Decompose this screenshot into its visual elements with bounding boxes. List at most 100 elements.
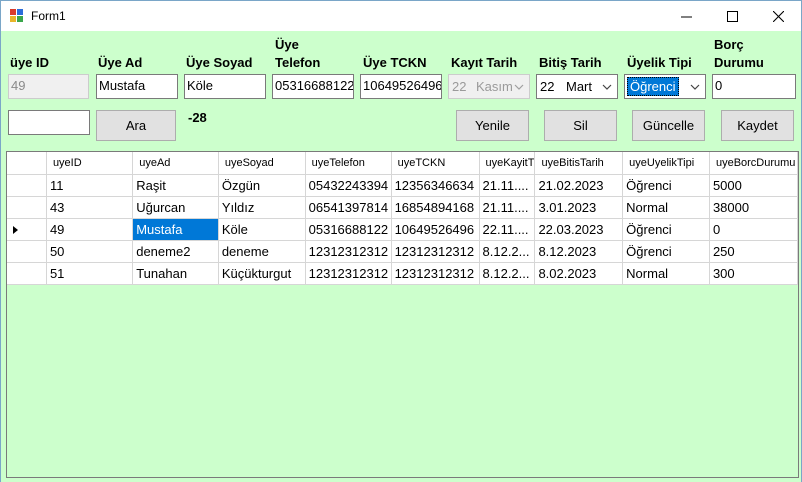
yenile-button[interactable]: Yenile (456, 110, 529, 141)
grid-cell[interactable]: 12312312312 (391, 262, 480, 285)
grid-cell[interactable]: deneme (218, 240, 306, 263)
grid-cell[interactable]: 49 (46, 218, 134, 241)
grid-cell[interactable]: 5000 (709, 174, 798, 197)
grid-cell[interactable]: 50 (46, 240, 134, 263)
grid-cell[interactable]: 22.11.... (479, 218, 536, 241)
grid-cell[interactable]: 250 (709, 240, 798, 263)
label-uye-soyad: Üye Soyad (186, 55, 253, 70)
row-header[interactable] (7, 174, 47, 197)
column-header[interactable]: uyeTCKN (391, 152, 480, 175)
label-bitis-tarih: Bitiş Tarih (539, 55, 602, 70)
grid-cell[interactable]: 8.12.2023 (534, 240, 624, 263)
grid-cell[interactable]: Normal (622, 196, 710, 219)
uye-tckn-field[interactable]: 10649526496 (360, 74, 442, 99)
grid-cell[interactable]: 43 (46, 196, 134, 219)
uye-ad-field[interactable]: Mustafa (96, 74, 178, 99)
column-header[interactable]: uyeUyelikTipi (622, 152, 710, 175)
uyelik-tipi-select[interactable]: Öğrenci (624, 74, 706, 99)
uyelik-tipi-selected: Öğrenci (627, 77, 679, 96)
form-client-area: üye ID Üye Ad Üye Soyad Üye Telefon Üye … (1, 31, 801, 482)
grid-cell[interactable]: Uğurcan (132, 196, 219, 219)
grid-cell[interactable]: 8.02.2023 (534, 262, 624, 285)
grid-cell[interactable]: 300 (709, 262, 798, 285)
grid-cell[interactable]: 06541397814 (305, 196, 392, 219)
grid-cell[interactable]: Öğrenci (622, 218, 710, 241)
chevron-down-icon[interactable] (602, 83, 612, 91)
search-input[interactable] (8, 110, 90, 135)
grid-cell[interactable]: Özgün (218, 174, 306, 197)
grid-cell-selected[interactable]: Mustafa (132, 218, 219, 241)
table-row[interactable]: 51 Tunahan Küçükturgut 12312312312 12312… (7, 262, 798, 285)
window-title: Form1 (31, 9, 66, 23)
table-row[interactable]: 43 Uğurcan Yıldız 06541397814 1685489416… (7, 196, 798, 219)
column-header[interactable]: uyeID (46, 152, 134, 175)
bitis-tarih-picker[interactable]: 22 Mart (536, 74, 618, 99)
label-kayit-tarih: Kayıt Tarih (451, 55, 518, 70)
row-header[interactable] (7, 218, 47, 241)
grid-cell[interactable]: deneme2 (132, 240, 219, 263)
uye-id-field[interactable]: 49 (8, 74, 89, 99)
grid-cell[interactable]: 8.12.2... (479, 262, 536, 285)
grid-cell[interactable]: Köle (218, 218, 306, 241)
grid-cell[interactable]: 12356346634 (391, 174, 480, 197)
table-row[interactable]: 50 deneme2 deneme 12312312312 1231231231… (7, 240, 798, 263)
grid-cell[interactable]: 22.03.2023 (534, 218, 624, 241)
chevron-down-icon[interactable] (690, 83, 700, 91)
maximize-icon (726, 10, 738, 22)
grid-cell[interactable]: Tunahan (132, 262, 219, 285)
grid-cell[interactable]: 38000 (709, 196, 798, 219)
grid-cell[interactable]: 21.11.... (479, 196, 536, 219)
grid-cell[interactable]: 12312312312 (305, 262, 392, 285)
grid-cell[interactable]: 0 (709, 218, 798, 241)
grid-cell[interactable]: 8.12.2... (479, 240, 536, 263)
column-header[interactable]: uyeKayitT (479, 152, 536, 175)
members-data-grid[interactable]: uyeID uyeAd uyeSoyad uyeTelefon uyeTCKN … (6, 151, 799, 478)
row-header[interactable] (7, 240, 47, 263)
kayit-tarih-picker[interactable]: 22 Kasım (448, 74, 530, 99)
column-header[interactable]: uyeBorcDurumu (709, 152, 798, 175)
grid-cell[interactable]: 51 (46, 262, 134, 285)
grid-cell[interactable]: 05316688122 (305, 218, 392, 241)
grid-cell[interactable]: Yıldız (218, 196, 306, 219)
kayit-month: Kasım (476, 79, 513, 94)
grid-cell[interactable]: Raşit (132, 174, 219, 197)
ara-button[interactable]: Ara (96, 110, 176, 141)
table-row[interactable]: 11 Raşit Özgün 05432243394 12356346634 2… (7, 174, 798, 197)
grid-cell[interactable]: Öğrenci (622, 174, 710, 197)
column-header[interactable]: uyeSoyad (218, 152, 306, 175)
grid-cell[interactable]: 12312312312 (305, 240, 392, 263)
grid-cell[interactable]: 05432243394 (305, 174, 392, 197)
minimize-button[interactable] (663, 1, 709, 31)
sil-button[interactable]: Sil (544, 110, 617, 141)
borc-durumu-field[interactable]: 0 (712, 74, 796, 99)
row-header[interactable] (7, 262, 47, 285)
grid-cell[interactable]: 3.01.2023 (534, 196, 624, 219)
uye-telefon-field[interactable]: 05316688122 (272, 74, 354, 99)
grid-cell[interactable]: 12312312312 (391, 240, 480, 263)
grid-cell[interactable]: Normal (622, 262, 710, 285)
grid-cell[interactable]: Öğrenci (622, 240, 710, 263)
label-borc-line2: Durumu (714, 55, 764, 70)
bitis-month: Mart (566, 79, 592, 94)
uye-soyad-field[interactable]: Köle (184, 74, 266, 99)
grid-cell[interactable]: 10649526496 (391, 218, 480, 241)
close-button[interactable] (755, 1, 801, 31)
label-uye-tckn: Üye TCKN (363, 55, 427, 70)
maximize-button[interactable] (709, 1, 755, 31)
grid-cell[interactable]: 21.11.... (479, 174, 536, 197)
guncelle-button[interactable]: Güncelle (632, 110, 705, 141)
grid-cell[interactable]: 11 (46, 174, 134, 197)
chevron-down-icon[interactable] (514, 83, 524, 91)
column-header[interactable]: uyeAd (132, 152, 219, 175)
grid-cell[interactable]: Küçükturgut (218, 262, 306, 285)
row-header[interactable] (7, 196, 47, 219)
kaydet-button[interactable]: Kaydet (721, 110, 794, 141)
bitis-day: 22 (540, 79, 555, 94)
column-header[interactable]: uyeBitisTarih (534, 152, 624, 175)
label-uye-telefon-line2: Telefon (275, 55, 321, 70)
title-bar[interactable]: Form1 (1, 1, 801, 31)
grid-cell[interactable]: 16854894168 (391, 196, 480, 219)
grid-cell[interactable]: 21.02.2023 (534, 174, 624, 197)
column-header[interactable]: uyeTelefon (305, 152, 392, 175)
table-row-current[interactable]: 49 Mustafa Köle 05316688122 10649526496 … (7, 218, 798, 241)
